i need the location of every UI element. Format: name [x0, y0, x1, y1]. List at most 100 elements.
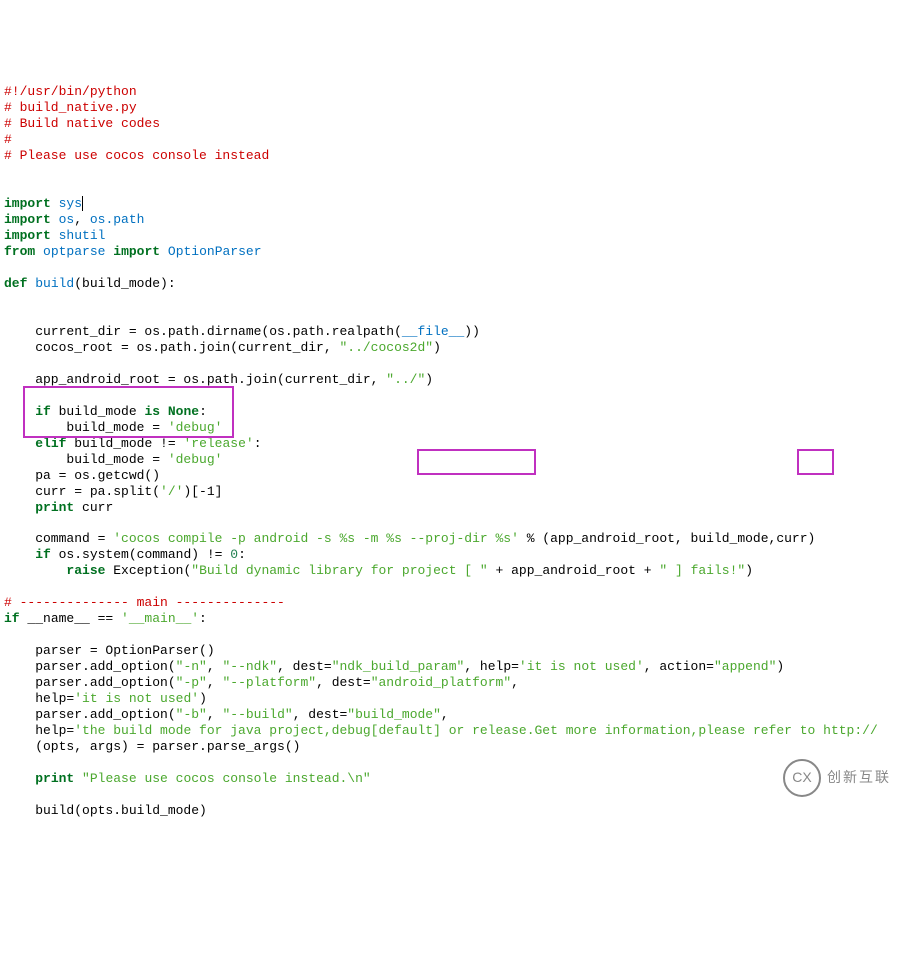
line-cocos: cocos_root = os.path.join(current_dir,: [4, 340, 339, 355]
comment-shebang: #!/usr/bin/python: [4, 84, 137, 99]
print-curr-indent: [4, 500, 35, 515]
str-n: "-n": [176, 659, 207, 674]
str-append: "append": [714, 659, 776, 674]
comment-2: # Build native codes: [4, 116, 160, 131]
str-help-notused-2: 'it is not used': [74, 691, 199, 706]
kw-if-1: if: [35, 404, 51, 419]
module-os-path: os.path: [90, 212, 145, 227]
line-opts-args: (opts, args) = parser.parse_args(): [4, 739, 300, 754]
line-app: app_android_root = os.path.join(current_…: [4, 372, 386, 387]
dunder-file: __file__: [402, 324, 464, 339]
line-cmd: command =: [4, 531, 113, 546]
if1-cond: build_mode: [51, 404, 145, 419]
kw-print-msg: print: [35, 771, 74, 786]
watermark-logo-icon: CX: [783, 759, 821, 797]
opt-b-dest: , dest=: [293, 707, 348, 722]
python-source-code: #!/usr/bin/python # build_native.py # Bu…: [4, 68, 895, 819]
comment-1: # build_native.py: [4, 100, 137, 115]
module-sys: sys: [59, 196, 83, 211]
str-build: "--build": [222, 707, 292, 722]
kw-is: is: [144, 404, 160, 419]
opt-n-close: ): [776, 659, 784, 674]
str-slash: '/': [160, 484, 183, 499]
opt-n-dest: , dest=: [277, 659, 332, 674]
str-dest-platform: "android_platform": [371, 675, 511, 690]
watermark: CX 创新互联: [783, 759, 891, 797]
ifsys-cond: os.system(command) !=: [51, 547, 230, 562]
opt-n-action: , action=: [644, 659, 714, 674]
str-platform: "--platform": [222, 675, 316, 690]
str-cocos: "../cocos2d": [339, 340, 433, 355]
ifmain-cond: __name__ ==: [20, 611, 121, 626]
opt-n-pre: parser.add_option(: [4, 659, 176, 674]
comment-main-sep: # -------------- main --------------: [4, 595, 285, 610]
str-ndk: "--ndk": [222, 659, 277, 674]
kw-import-os: import: [4, 212, 51, 227]
line-pa: pa = os.getcwd(): [4, 468, 160, 483]
str-raise2: " ] fails!": [659, 563, 745, 578]
elif1-cond: build_mode !=: [66, 436, 183, 451]
ifsys-colon: :: [238, 547, 246, 562]
line-cocos-end: ): [433, 340, 441, 355]
elif1-indent: [4, 436, 35, 451]
if1-colon: :: [199, 404, 207, 419]
print-curr-arg: curr: [74, 500, 113, 515]
kw-raise: raise: [66, 563, 105, 578]
kw-def: def: [4, 276, 27, 291]
opt-n-help: , help=: [464, 659, 519, 674]
kw-from: from: [4, 244, 35, 259]
opt-b-help: help=: [35, 723, 74, 738]
raise-mid: + app_android_root +: [488, 563, 660, 578]
str-debug-1: 'debug': [168, 420, 223, 435]
str-main: '__main__': [121, 611, 199, 626]
line-call-build: build(opts.build_mode): [4, 803, 207, 818]
ifmain-colon: :: [199, 611, 207, 626]
kw-import-sys: import: [4, 196, 51, 211]
str-help-notused: 'it is not used': [519, 659, 644, 674]
raise-indent: [4, 563, 66, 578]
if1-body: build_mode =: [4, 420, 168, 435]
raise-exc: Exception(: [105, 563, 191, 578]
opt-p-dest: , dest=: [316, 675, 371, 690]
str-raise1: "Build dynamic library for project [ ": [191, 563, 487, 578]
line-curr: curr = pa.split(: [4, 484, 160, 499]
elif1-colon: :: [254, 436, 262, 451]
str-cmd: 'cocos compile -p android -s %s -m %s --…: [113, 531, 519, 546]
str-p: "-p": [176, 675, 207, 690]
line-currentdir: current_dir = os.path.dirname(os.path.re…: [4, 324, 402, 339]
str-help-build: 'the build mode for java project,debug[d…: [74, 723, 878, 738]
kw-print-curr: print: [35, 500, 74, 515]
line-parser: parser = OptionParser(): [4, 643, 215, 658]
kw-import-op: import: [113, 244, 160, 259]
opt-p-help: help=: [35, 691, 74, 706]
str-print-msg: "Please use cocos console instead.\n": [82, 771, 371, 786]
str-debug-2: 'debug': [168, 452, 223, 467]
module-os: os: [59, 212, 75, 227]
str-release: 'release': [183, 436, 253, 451]
comment-4: # Please use cocos console instead: [4, 148, 269, 163]
kw-import-shutil: import: [4, 228, 51, 243]
elif1-body: build_mode =: [4, 452, 168, 467]
line-app-end: ): [425, 372, 433, 387]
module-shutil: shutil: [59, 228, 106, 243]
fn-build-sig: (build_mode):: [74, 276, 175, 291]
fn-build: build: [35, 276, 74, 291]
kw-elif: elif: [35, 436, 66, 451]
print-msg-indent: [4, 771, 35, 786]
str-app: "../": [386, 372, 425, 387]
kw-if-sys: if: [35, 547, 51, 562]
num-zero: 0: [230, 547, 238, 562]
str-dest-ndk: "ndk_build_param": [332, 659, 465, 674]
str-dest-build: "build_mode": [347, 707, 441, 722]
opt-p-close: ): [199, 691, 207, 706]
if1-indent: [4, 404, 35, 419]
module-optparse: optparse: [43, 244, 105, 259]
class-optionparser: OptionParser: [168, 244, 262, 259]
line-currentdir-end: )): [464, 324, 480, 339]
watermark-brand-text: 创新互联: [827, 769, 891, 786]
str-b: "-b": [176, 707, 207, 722]
line-cmd-end: % (app_android_root, build_mode,curr): [519, 531, 815, 546]
ifsys-indent: [4, 547, 35, 562]
opt-p-pre: parser.add_option(: [4, 675, 176, 690]
kw-none: None: [168, 404, 199, 419]
